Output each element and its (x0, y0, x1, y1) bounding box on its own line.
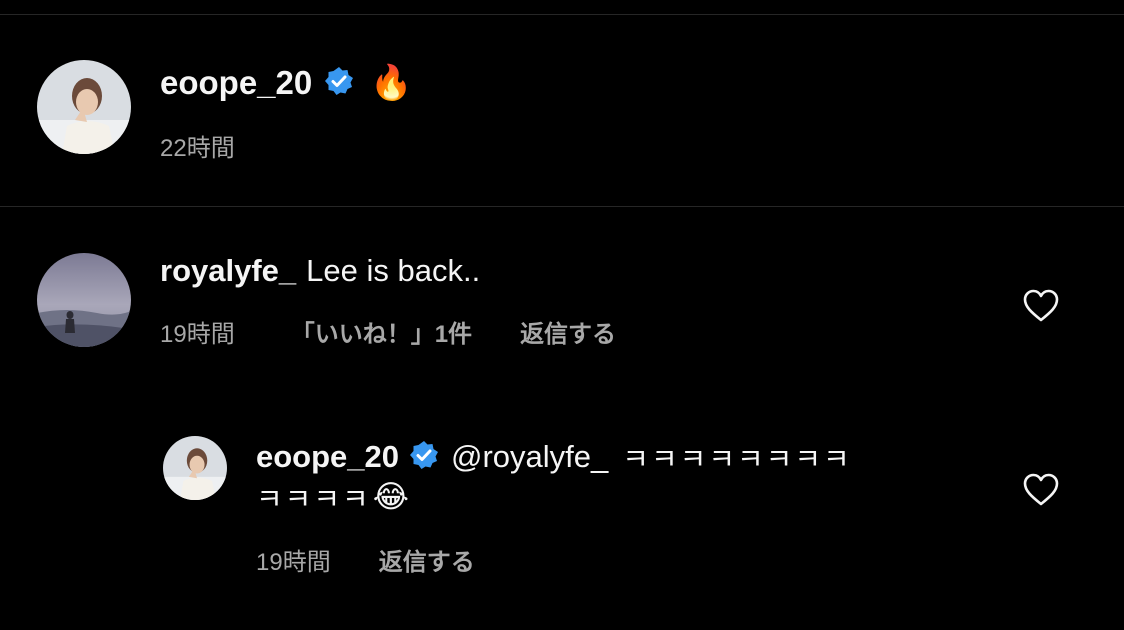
heart-outline-icon[interactable] (1021, 470, 1061, 510)
comment-avatar[interactable] (37, 253, 131, 347)
reply-time: 19時間 (256, 548, 331, 576)
caption-username[interactable]: eoope_20 (160, 64, 312, 102)
comment-line: royalyfe_ Lee is back.. (160, 250, 480, 292)
caption-meta: 22時間 (160, 128, 235, 162)
section-divider (0, 206, 1124, 207)
fire-emoji-icon: 🔥 (370, 64, 413, 102)
reply-text-line-2: ㅋㅋㅋㅋ (256, 484, 371, 516)
caption-time: 22時間 (160, 134, 235, 162)
comment-time: 19時間 (160, 320, 235, 348)
reply-line-1: eoope_20 @royalyfe_ ㅋㅋㅋㅋㅋㅋㅋㅋ (256, 436, 852, 478)
comment-text: Lee is back.. (306, 253, 481, 288)
comment-username[interactable]: royalyfe_ (160, 253, 296, 289)
heart-outline-icon[interactable] (1021, 286, 1061, 326)
reply-line-2: ㅋㅋㅋㅋ 😂 (256, 476, 409, 518)
caption-avatar[interactable] (37, 60, 131, 154)
reply-reply-button[interactable]: 返信する (379, 542, 475, 577)
laughing-emoji-icon: 😂 (372, 479, 409, 514)
comment-likes-count[interactable]: 「いいね！」1件 (291, 314, 472, 349)
reply-avatar[interactable] (163, 436, 227, 500)
reply-mention[interactable]: @royalyfe_ (451, 439, 608, 475)
reply-username[interactable]: eoope_20 (256, 439, 399, 475)
reply-text-line-1: ㅋㅋㅋㅋㅋㅋㅋㅋ (622, 444, 852, 476)
verified-badge-icon (409, 440, 439, 475)
comment-reply-button[interactable]: 返信する (520, 314, 616, 349)
comment-meta: 19時間 「いいね！」1件 返信する (160, 314, 616, 348)
reply-meta: 19時間 返信する (256, 542, 475, 576)
top-divider (0, 14, 1124, 15)
verified-badge-icon (324, 66, 354, 101)
caption-line: eoope_20 🔥 (160, 60, 413, 106)
